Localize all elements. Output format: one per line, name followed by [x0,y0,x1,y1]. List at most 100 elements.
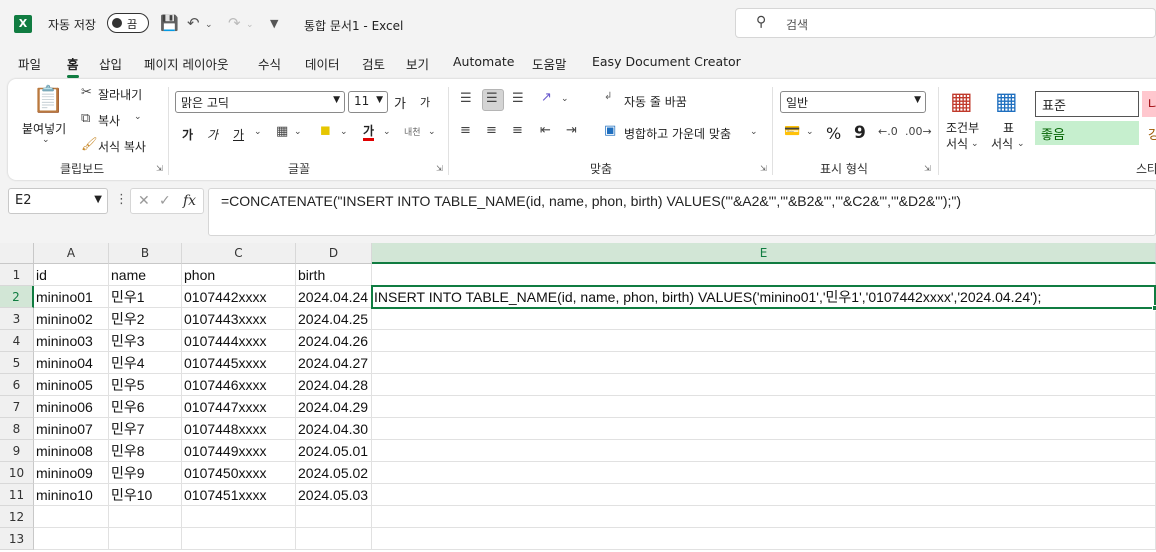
cell-e12[interactable] [372,506,1156,528]
formula-input[interactable]: =CONCATENATE("INSERT INTO TABLE_NAME(id,… [208,188,1156,236]
orientation-icon[interactable]: ↗ [541,90,552,105]
format-painter-button[interactable]: 서식 복사 [98,138,146,155]
format-as-table-label-1[interactable]: 표 [1003,119,1014,136]
row-header-10[interactable]: 10 [0,462,34,484]
decrease-decimal-icon[interactable]: .00→ [905,125,932,138]
cell-b3[interactable]: 민우2 [109,308,182,330]
cell-b9[interactable]: 민우8 [109,440,182,462]
cell-e5[interactable] [372,352,1156,374]
row-header-6[interactable]: 6 [0,374,34,396]
cell-c11[interactable]: 0107451xxxx [182,484,296,506]
tab-file[interactable]: 파일 [18,54,41,73]
row-header-3[interactable]: 3 [0,308,34,330]
cell-d12[interactable] [296,506,372,528]
conditional-dropdown-icon[interactable]: ⌄ [971,139,979,149]
redo-icon[interactable]: ↷ [228,14,241,32]
style-good[interactable]: 좋음 [1035,121,1139,145]
cell-b7[interactable]: 민우6 [109,396,182,418]
merge-dropdown-icon[interactable]: ⌄ [750,127,758,137]
border-icon[interactable]: ▦ [276,124,288,139]
column-header-b[interactable]: B [109,243,182,264]
cell-e11[interactable] [372,484,1156,506]
select-all-corner[interactable] [0,243,34,264]
alignment-launcher-icon[interactable]: ⇲ [760,164,767,173]
cell-c13[interactable] [182,528,296,550]
row-header-11[interactable]: 11 [0,484,34,506]
cell-e7[interactable] [372,396,1156,418]
cell-e1[interactable] [372,264,1156,286]
cell-a13[interactable] [34,528,109,550]
row-header-1[interactable]: 1 [0,264,34,286]
column-header-d[interactable]: D [296,243,372,264]
row-header-4[interactable]: 4 [0,330,34,352]
format-as-table-label-2[interactable]: 서식 [991,135,1013,152]
align-center-icon[interactable]: ≡ [486,123,497,138]
align-top-icon[interactable]: ☰ [460,91,472,106]
shrink-font-button[interactable]: 가 [420,94,430,110]
row-header-7[interactable]: 7 [0,396,34,418]
row-header-13[interactable]: 13 [0,528,34,550]
save-icon[interactable]: 💾 [160,14,179,32]
clipboard-launcher-icon[interactable]: ⇲ [156,164,163,173]
tab-formulas[interactable]: 수식 [258,54,281,73]
cell-c3[interactable]: 0107443xxxx [182,308,296,330]
increase-indent-icon[interactable]: ⇥ [566,123,577,138]
cell-a10[interactable]: minino09 [34,462,109,484]
cell-a1[interactable]: id [34,264,109,286]
decrease-indent-icon[interactable]: ⇤ [540,123,551,138]
cell-c7[interactable]: 0107447xxxx [182,396,296,418]
name-box[interactable]: E2 ▼ [8,188,108,214]
autosave-toggle[interactable]: 끔 [107,13,149,33]
tab-page-layout[interactable]: 페이지 레이아웃 [144,54,228,73]
cell-d9[interactable]: 2024.05.01 [296,440,372,462]
font-color-button[interactable]: 가 [363,124,375,141]
table-dropdown-icon[interactable]: ⌄ [1017,139,1025,149]
redo-dropdown-icon[interactable]: ⌄ [246,20,254,30]
cell-d8[interactable]: 2024.04.30 [296,418,372,440]
cell-c4[interactable]: 0107444xxxx [182,330,296,352]
conditional-formatting-label-1[interactable]: 조건부 [946,119,979,136]
row-header-2[interactable]: 2 [0,286,34,308]
cell-c2[interactable]: 0107442xxxx [182,286,296,308]
cell-e9[interactable] [372,440,1156,462]
tab-help[interactable]: 도움말 [532,54,567,73]
accounting-dropdown-icon[interactable]: ⌄ [806,127,814,137]
column-header-a[interactable]: A [34,243,109,264]
cell-b6[interactable]: 민우5 [109,374,182,396]
cell-e3[interactable] [372,308,1156,330]
column-header-c[interactable]: C [182,243,296,264]
conditional-formatting-label-2[interactable]: 서식 [946,135,968,152]
cell-d10[interactable]: 2024.05.02 [296,462,372,484]
row-header-5[interactable]: 5 [0,352,34,374]
cell-d11[interactable]: 2024.05.03 [296,484,372,506]
italic-button[interactable]: 가 [207,126,218,143]
cell-c5[interactable]: 0107445xxxx [182,352,296,374]
tab-review[interactable]: 검토 [362,54,385,73]
cell-a8[interactable]: minino07 [34,418,109,440]
cell-a5[interactable]: minino04 [34,352,109,374]
align-left-icon[interactable]: ≡ [460,123,471,138]
column-header-e[interactable]: E [372,243,1156,264]
cell-b8[interactable]: 민우7 [109,418,182,440]
cell-b11[interactable]: 민우10 [109,484,182,506]
font-name-select[interactable]: 맑은 고딕 ▼ [175,91,345,113]
align-bottom-icon[interactable]: ☰ [512,91,524,106]
wrap-text-icon[interactable]: ↲ [604,91,612,102]
tab-view[interactable]: 보기 [406,54,429,73]
worksheet-grid[interactable]: A B C D E 1 id name phon birth 2 minino01 민우1 0107442… [0,243,1156,552]
cell-e13[interactable] [372,528,1156,550]
percent-style-button[interactable]: % [826,124,841,143]
underline-dropdown-icon[interactable]: ⌄ [254,127,262,137]
cell-c12[interactable] [182,506,296,528]
cell-a2[interactable]: minino01 [34,286,109,308]
copy-dropdown-icon[interactable]: ⌄ [134,112,142,122]
cut-icon[interactable]: ✂ [81,85,92,100]
cell-e6[interactable] [372,374,1156,396]
phonetic-dropdown-icon[interactable]: ⌄ [428,127,436,137]
undo-dropdown-icon[interactable]: ⌄ [205,20,213,30]
cell-c9[interactable]: 0107449xxxx [182,440,296,462]
cell-a9[interactable]: minino08 [34,440,109,462]
cell-e8[interactable] [372,418,1156,440]
tab-insert[interactable]: 삽입 [99,54,122,73]
border-dropdown-icon[interactable]: ⌄ [294,127,302,137]
